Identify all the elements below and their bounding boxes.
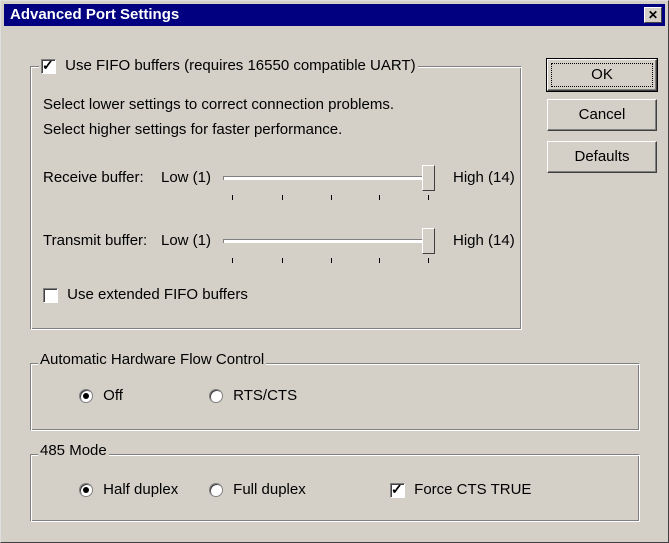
transmit-buffer-label: Transmit buffer: — [43, 232, 148, 249]
flow-off-label: Off — [103, 387, 123, 404]
radio-selected-icon[interactable] — [79, 483, 93, 498]
flow-off-radio[interactable]: Off — [79, 387, 123, 404]
receive-slider-track[interactable] — [223, 176, 434, 180]
force-cts-checkbox[interactable]: ✓ Force CTS TRUE — [390, 481, 531, 498]
radio-selected-icon[interactable] — [79, 389, 93, 404]
half-duplex-radio[interactable]: Half duplex — [79, 481, 178, 498]
receive-low-label: Low (1) — [161, 169, 212, 186]
transmit-tick — [331, 258, 332, 263]
extended-fifo-checkbox[interactable]: Use extended FIFO buffers — [43, 286, 248, 303]
use-fifo-check-box[interactable]: ✓ — [41, 56, 56, 74]
extended-fifo-label: Use extended FIFO buffers — [67, 286, 248, 303]
radio-unselected-icon[interactable] — [209, 389, 223, 404]
defaults-button[interactable]: Defaults — [547, 141, 657, 173]
transmit-tick — [379, 258, 380, 263]
receive-tick — [379, 195, 380, 200]
hint-higher: Select higher settings for faster perfor… — [43, 121, 343, 138]
defaults-label: Defaults — [574, 148, 630, 165]
extended-fifo-check-box[interactable] — [43, 287, 58, 303]
transmit-slider-track[interactable] — [223, 239, 434, 243]
transmit-tick — [232, 258, 233, 263]
checkmark-icon: ✓ — [42, 56, 54, 73]
close-icon[interactable]: ✕ — [644, 7, 662, 23]
receive-slider-thumb[interactable] — [422, 165, 435, 191]
full-duplex-radio[interactable]: Full duplex — [209, 481, 306, 498]
force-cts-check-box[interactable]: ✓ — [390, 480, 405, 498]
focus-rect — [551, 63, 653, 87]
transmit-tick — [428, 258, 429, 263]
use-fifo-label: Use FIFO buffers (requires 16550 compati… — [65, 57, 416, 74]
title-bar: Advanced Port Settings ✕ — [4, 4, 665, 26]
transmit-high-label: High (14) — [453, 232, 515, 249]
checkmark-icon: ✓ — [391, 480, 403, 497]
hint-lower: Select lower settings to correct connect… — [43, 96, 394, 113]
flow-rtscts-radio[interactable]: RTS/CTS — [209, 387, 297, 404]
full-duplex-label: Full duplex — [233, 481, 306, 498]
mode485-legend: 485 Mode — [38, 442, 109, 459]
force-cts-label: Force CTS TRUE — [414, 481, 532, 498]
flow-control-legend: Automatic Hardware Flow Control — [38, 351, 267, 368]
cancel-label: Cancel — [578, 106, 626, 123]
receive-tick — [331, 195, 332, 200]
transmit-slider-thumb[interactable] — [422, 228, 435, 254]
receive-tick — [428, 195, 429, 200]
transmit-low-label: Low (1) — [161, 232, 212, 249]
dialog-title: Advanced Port Settings — [10, 6, 180, 23]
use-fifo-checkbox[interactable]: ✓ Use FIFO buffers (requires 16550 compa… — [39, 57, 418, 74]
receive-tick — [232, 195, 233, 200]
half-duplex-label: Half duplex — [103, 481, 179, 498]
receive-tick — [282, 195, 283, 200]
receive-buffer-label: Receive buffer: — [43, 169, 144, 186]
transmit-tick — [282, 258, 283, 263]
receive-high-label: High (14) — [453, 169, 515, 186]
ok-button[interactable]: OK — [546, 58, 658, 92]
advanced-port-settings-dialog: Advanced Port Settings ✕ ✓ Use FIFO buff… — [0, 0, 669, 543]
radio-unselected-icon[interactable] — [209, 483, 223, 498]
flow-rtscts-label: RTS/CTS — [233, 387, 298, 404]
cancel-button[interactable]: Cancel — [547, 99, 657, 131]
